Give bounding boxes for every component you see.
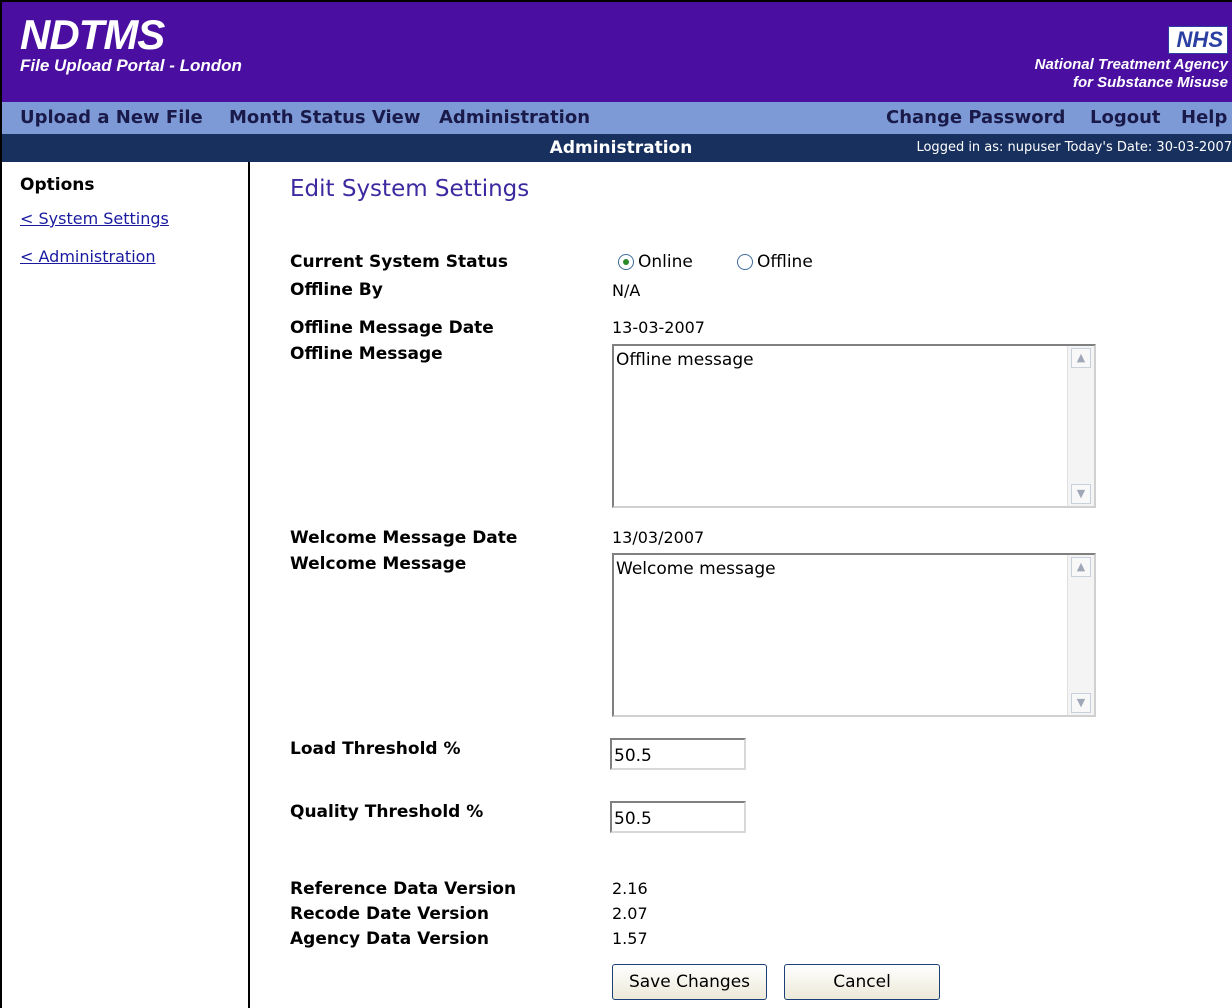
welcome-message-label: Welcome Message — [290, 554, 467, 574]
agency-name: National Treatment Agency for Substance … — [1035, 56, 1228, 92]
nav-month-status-view[interactable]: Month Status View — [229, 107, 421, 129]
agency-line-1: National Treatment Agency — [1034, 56, 1228, 73]
load-threshold-value: 50.5 — [614, 746, 652, 766]
quality-threshold-input[interactable]: 50.5 — [610, 801, 746, 833]
nav-help[interactable]: Help — [1181, 107, 1227, 129]
reference-data-version-label: Reference Data Version — [290, 879, 517, 899]
section-bar: Administration Logged in as: nupuser Tod… — [2, 134, 1232, 162]
welcome-message-text: Welcome message — [616, 559, 776, 579]
quality-threshold-value: 50.5 — [614, 809, 652, 829]
offline-message-label: Offline Message — [290, 344, 443, 364]
options-heading: Options — [20, 175, 95, 195]
logged-in-info: Logged in as: nupuser Today's Date: 30-0… — [916, 140, 1232, 155]
section-title-text: Administration — [549, 138, 693, 158]
sidebar-link-system-settings[interactable]: < System Settings — [20, 209, 169, 228]
load-threshold-input[interactable]: 50.5 — [610, 738, 746, 770]
nav-upload-new-file[interactable]: Upload a New File — [20, 107, 203, 129]
online-radio-label: Online — [638, 252, 693, 272]
offline-by-value: N/A — [612, 281, 641, 300]
save-changes-button[interactable]: Save Changes — [612, 964, 767, 1000]
welcome-message-textarea[interactable]: Welcome message ▲ ▼ — [612, 553, 1096, 717]
recode-date-version-label: Recode Date Version — [290, 904, 490, 924]
offline-message-scrollbar[interactable]: ▲ ▼ — [1067, 346, 1094, 506]
nav-logout[interactable]: Logout — [1090, 107, 1161, 129]
welcome-message-scrollbar[interactable]: ▲ ▼ — [1067, 555, 1094, 715]
load-threshold-label: Load Threshold % — [290, 739, 461, 759]
scroll-down-arrow-icon[interactable]: ▼ — [1071, 693, 1091, 713]
offline-message-textarea[interactable]: Offline message ▲ ▼ — [612, 344, 1096, 508]
nav-change-password[interactable]: Change Password — [886, 107, 1065, 129]
brand: NDTMS File Upload Portal - London — [20, 11, 242, 76]
nhs-logo: NHS — [1167, 26, 1228, 54]
scroll-down-arrow-icon[interactable]: ▼ — [1071, 484, 1091, 504]
agency-data-version-label: Agency Data Version — [290, 929, 490, 949]
reference-data-version-value: 2.16 — [612, 879, 648, 898]
recode-date-version-value: 2.07 — [612, 904, 648, 923]
offline-message-date-value: 13-03-2007 — [612, 318, 705, 337]
offline-radio-label: Offline — [757, 252, 813, 272]
status-label: Current System Status — [290, 252, 508, 272]
main-nav: Upload a New File Month Status View Admi… — [2, 102, 1232, 134]
app-header: NDTMS File Upload Portal - London NHS Na… — [2, 2, 1232, 102]
page-title: Edit System Settings — [290, 176, 530, 202]
app-subtitle: File Upload Portal - London — [20, 56, 242, 75]
welcome-message-date-label: Welcome Message Date — [290, 528, 518, 548]
offline-message-text: Offline message — [616, 350, 754, 370]
status-online-option[interactable]: Online — [618, 252, 693, 272]
cancel-button[interactable]: Cancel — [784, 964, 940, 1000]
app-title: NDTMS — [20, 11, 165, 58]
status-offline-option[interactable]: Offline — [737, 252, 813, 272]
nav-administration[interactable]: Administration — [439, 107, 590, 129]
scroll-up-arrow-icon[interactable]: ▲ — [1071, 348, 1091, 368]
offline-message-date-label: Offline Message Date — [290, 318, 494, 338]
offline-by-label: Offline By — [290, 280, 383, 300]
online-radio[interactable] — [618, 254, 634, 270]
agency-data-version-value: 1.57 — [612, 929, 648, 948]
options-sidebar: Options < System Settings < Administrati… — [2, 162, 250, 1008]
scroll-up-arrow-icon[interactable]: ▲ — [1071, 557, 1091, 577]
offline-radio[interactable] — [737, 254, 753, 270]
quality-threshold-label: Quality Threshold % — [290, 802, 484, 822]
welcome-message-date-value: 13/03/2007 — [612, 528, 705, 547]
agency-line-2: for Substance Misuse — [1072, 74, 1228, 91]
sidebar-link-administration[interactable]: < Administration — [20, 247, 156, 266]
